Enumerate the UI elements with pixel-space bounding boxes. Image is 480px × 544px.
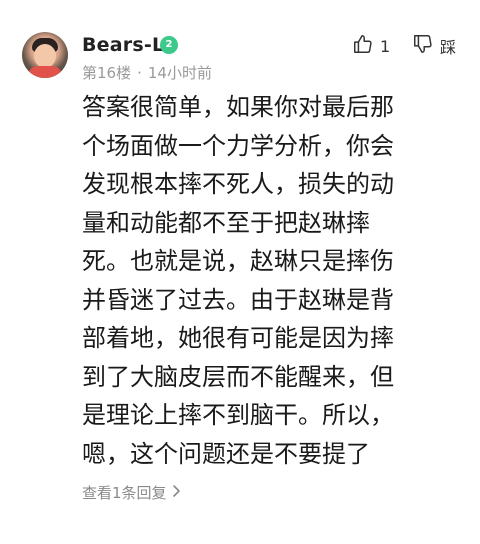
- timestamp: 14小时前: [147, 64, 212, 82]
- view-replies-label: 查看1条回复: [82, 484, 167, 502]
- like-count: 1: [380, 36, 391, 56]
- floor-number: 第16楼: [82, 64, 132, 82]
- dislike-label: 踩: [440, 38, 457, 57]
- avatar[interactable]: [22, 32, 68, 78]
- view-replies-link[interactable]: 查看1条回复: [82, 482, 181, 503]
- avatar-shirt: [28, 66, 62, 78]
- comment-card: Bears-L 2 第16楼 · 14小时前 1 踩 答案很简单，如果你对最后那 个…: [0, 0, 480, 544]
- comment-body: 答案很简单，如果你对最后那 个场面做一个力学分析，你会 发现根本摔不死人，损失的…: [82, 93, 394, 468]
- username[interactable]: Bears-L: [82, 34, 164, 56]
- chevron-right-icon: [171, 484, 181, 502]
- dislike-button[interactable]: 踩: [412, 34, 456, 58]
- comment-meta: 第16楼 · 14小时前: [82, 62, 212, 83]
- thumbs-up-icon: [352, 33, 374, 59]
- avatar-face: [34, 44, 56, 68]
- like-button[interactable]: 1: [352, 34, 390, 58]
- meta-separator: ·: [137, 64, 142, 82]
- level-badge-icon: 2: [160, 36, 178, 54]
- thumbs-down-icon: [412, 33, 434, 59]
